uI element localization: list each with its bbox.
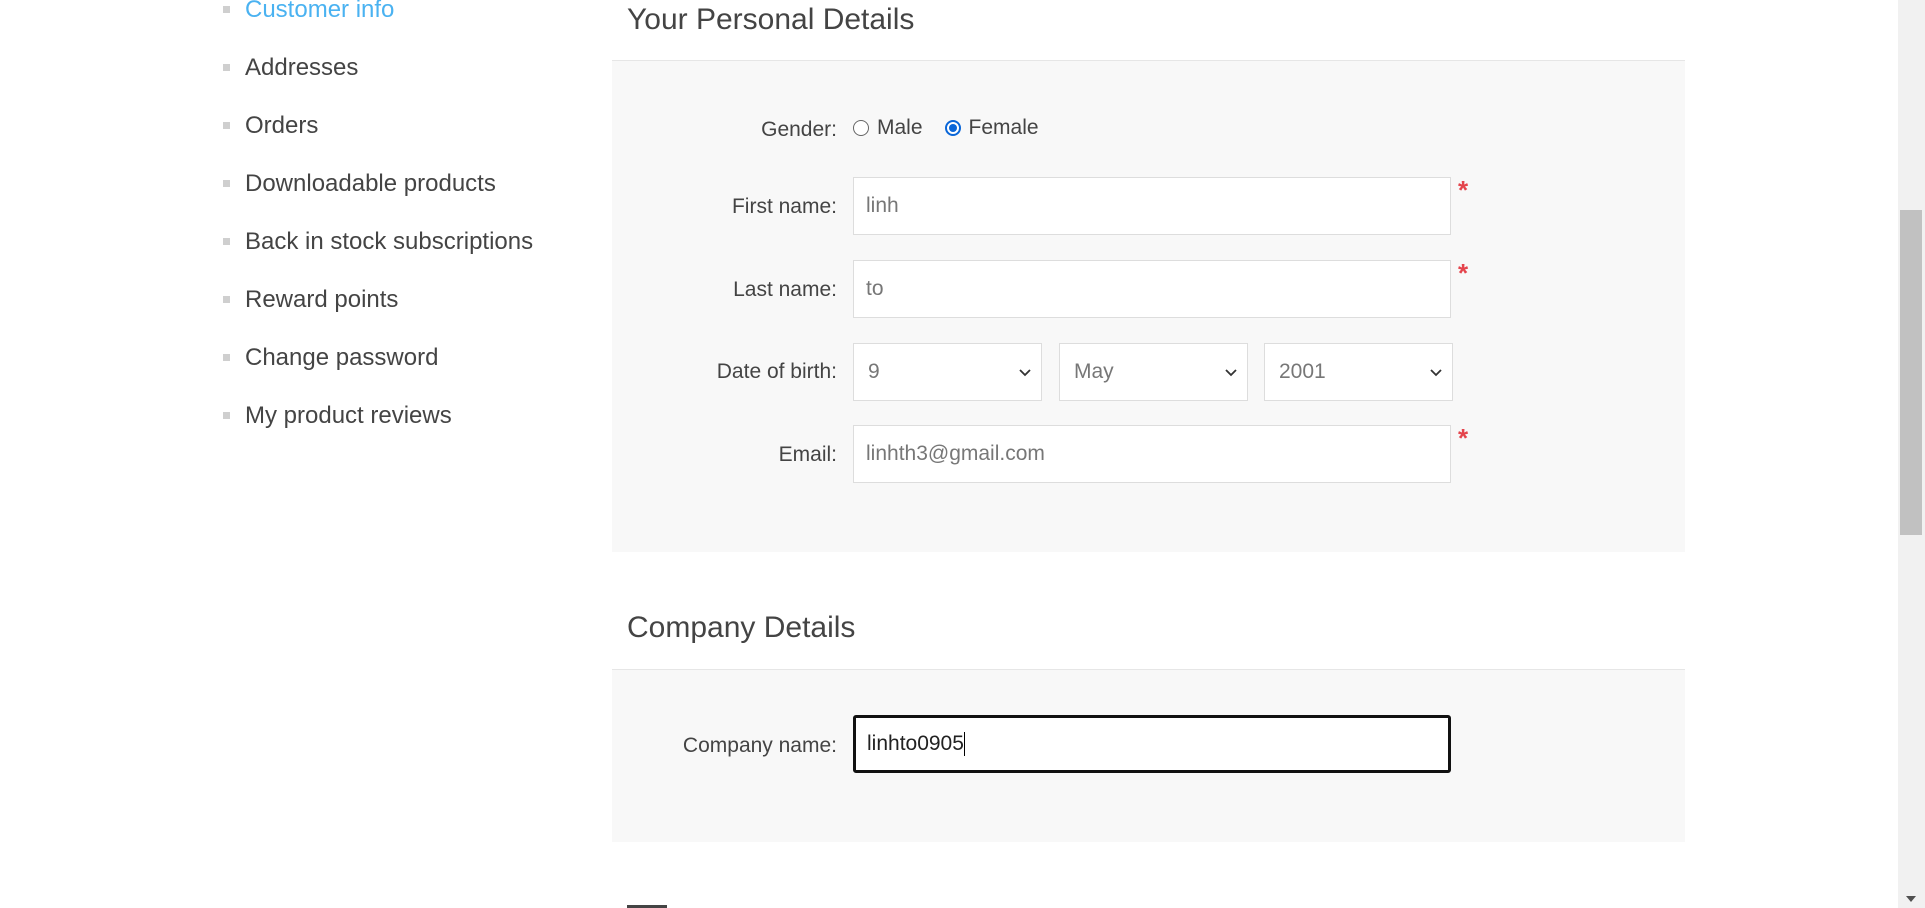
date-of-birth-label: Date of birth: [716, 360, 837, 383]
company-name-label: Company name: [682, 734, 837, 757]
company-name-field[interactable]: linhto0905 [853, 715, 1451, 773]
dob-year-select[interactable]: 2001 [1264, 343, 1453, 401]
chevron-down-icon [1019, 369, 1031, 377]
chevron-down-icon [1225, 369, 1237, 377]
gender-label: Gender: [761, 118, 837, 141]
last-name-field[interactable] [853, 260, 1451, 318]
dob-day-select[interactable]: 9 [853, 343, 1042, 401]
bullet-icon [223, 412, 230, 419]
sidebar-item-customer-info[interactable]: Customer info [221, 0, 581, 48]
gender-female-label[interactable]: Female [969, 116, 1039, 140]
text-caret [963, 732, 965, 757]
email-required-mark: * [1458, 423, 1469, 453]
company-details-title: Company Details [627, 611, 856, 644]
email-field[interactable] [853, 425, 1451, 483]
dob-month-select[interactable]: May [1059, 343, 1248, 401]
gender-male-label[interactable]: Male [877, 116, 923, 140]
gender-male-radio[interactable] [853, 120, 869, 136]
email-label: Email: [778, 443, 837, 466]
gender-radio-group: Male Female [853, 116, 1061, 140]
bullet-icon [223, 122, 230, 129]
dob-day-value: 9 [868, 360, 880, 383]
dob-month-value: May [1074, 360, 1114, 383]
bullet-icon [223, 64, 230, 71]
account-sidebar: Customer info Addresses Orders Downloada… [221, 0, 581, 454]
page: Customer info Addresses Orders Downloada… [0, 0, 1925, 908]
sidebar-item-label: My product reviews [245, 402, 452, 429]
scroll-down-arrow-icon[interactable] [1906, 896, 1916, 902]
first-name-label: First name: [731, 195, 837, 218]
sidebar-item-reward-points[interactable]: Reward points [221, 280, 581, 338]
personal-details-title: Your Personal Details [627, 3, 915, 36]
account-nav-list: Customer info Addresses Orders Downloada… [221, 0, 581, 454]
sidebar-item-downloadable-products[interactable]: Downloadable products [221, 164, 581, 222]
company-name-value: linhto0905 [867, 732, 964, 755]
sidebar-item-orders[interactable]: Orders [221, 106, 581, 164]
last-name-label: Last name: [733, 278, 837, 301]
next-section-title-clipped [627, 898, 687, 908]
sidebar-item-label: Change password [245, 344, 439, 371]
bullet-icon [223, 238, 230, 245]
sidebar-item-label: Downloadable products [245, 170, 496, 197]
sidebar-item-label: Reward points [245, 286, 399, 313]
sidebar-item-label: Orders [245, 112, 319, 139]
sidebar-item-addresses[interactable]: Addresses [221, 48, 581, 106]
sidebar-item-change-password[interactable]: Change password [221, 338, 581, 396]
bullet-icon [223, 6, 230, 13]
sidebar-item-label: Customer info [245, 0, 395, 23]
chevron-down-icon [1430, 369, 1442, 377]
bullet-icon [223, 180, 230, 187]
gender-female-radio[interactable] [944, 120, 961, 136]
last-name-required-mark: * [1458, 258, 1469, 288]
page-scrollbar[interactable] [1898, 0, 1925, 908]
scrollbar-thumb[interactable] [1900, 210, 1922, 535]
sidebar-item-label: Back in stock subscriptions [245, 228, 534, 255]
sidebar-item-label: Addresses [245, 54, 359, 81]
sidebar-item-back-in-stock[interactable]: Back in stock subscriptions [221, 222, 581, 280]
dob-year-value: 2001 [1279, 360, 1326, 383]
first-name-field[interactable] [853, 177, 1451, 235]
bullet-icon [223, 296, 230, 303]
sidebar-item-product-reviews[interactable]: My product reviews [221, 396, 581, 454]
bullet-icon [223, 354, 230, 361]
first-name-required-mark: * [1458, 175, 1469, 205]
